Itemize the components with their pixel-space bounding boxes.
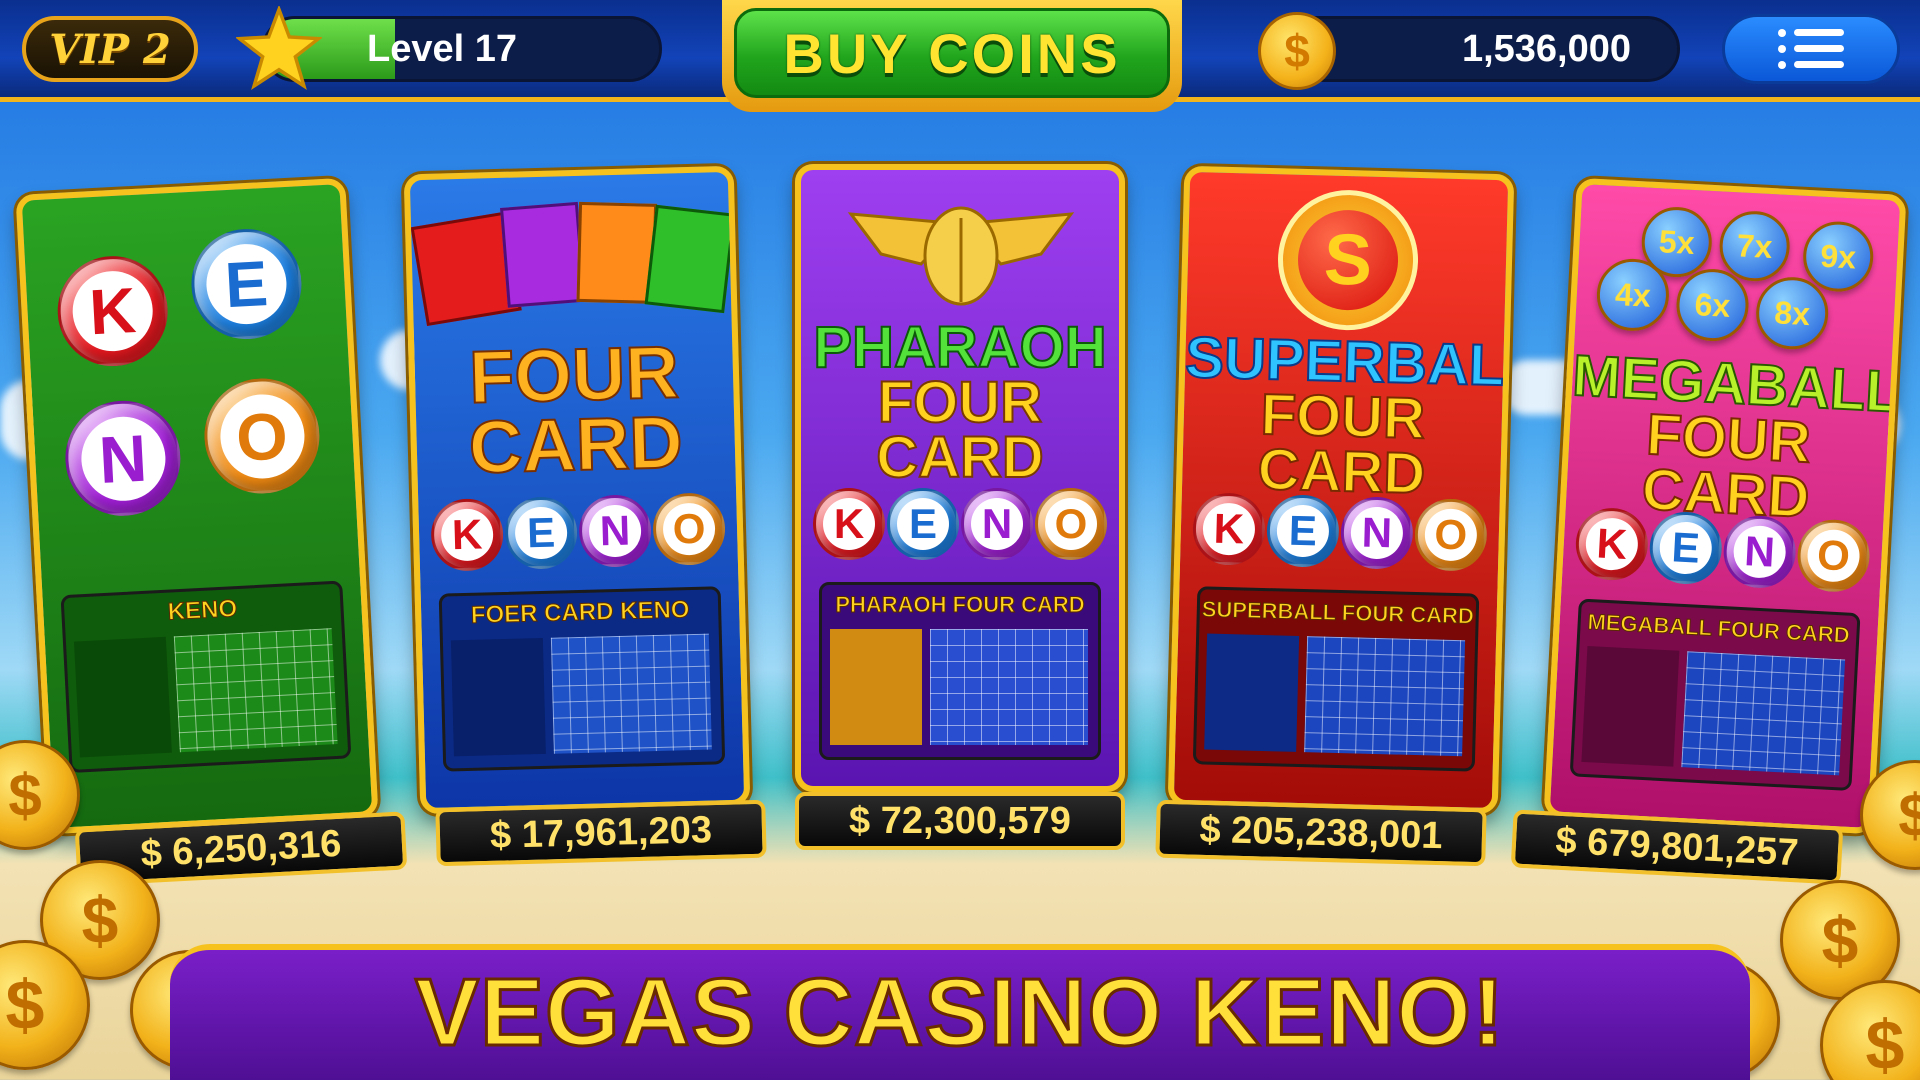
card-purple: [500, 201, 586, 308]
keno-balls: KENO: [1180, 492, 1500, 572]
card-orange: [576, 201, 658, 304]
table-title: SUPERBALL FOUR CARD: [1201, 596, 1475, 629]
keno-balls: KENO: [1562, 506, 1883, 595]
game-title: FOUR CARD: [467, 329, 685, 490]
game-table-preview: MEGABALL FOUR CARD: [1569, 598, 1861, 791]
keno-ball-e: E: [188, 226, 305, 342]
game-card-four-card[interactable]: FOUR CARD KENO FOER CARD KENO: [403, 165, 751, 815]
table-title: PHARAOH FOUR CARD: [835, 592, 1085, 618]
game-title: SUPERBALL FOUR CARD: [1184, 324, 1515, 507]
jackpot-superball: $ 205,238,001: [1155, 799, 1487, 867]
menu-button[interactable]: [1722, 14, 1900, 84]
game-card-keno[interactable]: K E N O KENO: [15, 177, 379, 835]
game-card-megaball[interactable]: 5x 7x 9x 4x 6x 8x MEGABALL FOUR CARD KEN…: [1543, 177, 1907, 835]
game-card-superball[interactable]: S SUPERBALL FOUR CARD KENO SUPERBALL FOU…: [1167, 165, 1515, 815]
game-table-preview: FOER CARD KENO: [438, 586, 726, 772]
vip-badge[interactable]: VIP 2: [22, 16, 198, 82]
jackpot-four-card: $ 17,961,203: [435, 799, 767, 867]
card-green: [644, 204, 736, 314]
multiplier-ball: 8x: [1754, 275, 1831, 352]
scarab-icon: [847, 206, 1075, 306]
buy-coins-label: BUY COINS: [734, 8, 1170, 98]
keno-ball-k: K: [54, 253, 171, 369]
keno-ball-n: N: [62, 397, 184, 519]
game-title: MEGABALL FOUR CARD: [1570, 342, 1904, 532]
keno-balls: KENO: [418, 492, 738, 572]
multiplier-ball: 7x: [1717, 209, 1792, 283]
title-banner-text: VEGAS CASINO KENO!: [413, 958, 1506, 1068]
keno-balls: KENO: [801, 488, 1119, 560]
jackpot-pharaoh: $ 72,300,579: [795, 792, 1125, 850]
table-title: FOER CARD KENO: [470, 596, 690, 630]
multiplier-ball: 6x: [1674, 267, 1751, 343]
game-title: PHARAOH FOUR CARD: [812, 315, 1107, 491]
coin-icon: $: [1258, 12, 1336, 90]
menu-icon: [1778, 29, 1844, 69]
game-table-preview: KENO: [60, 580, 352, 774]
superball-icon: S: [1276, 188, 1420, 332]
game-card-pharaoh[interactable]: PHARAOH FOUR CARD KENO PHARAOH FOUR CARD: [795, 164, 1125, 792]
game-table-preview: SUPERBALL FOUR CARD: [1192, 586, 1480, 772]
level-progress-bar[interactable]: Level 17: [262, 16, 662, 82]
buy-coins-button[interactable]: BUY COINS: [722, 0, 1182, 112]
keno-ball-o: O: [201, 375, 323, 497]
star-icon: [236, 6, 322, 90]
multiplier-ball: 9x: [1801, 219, 1875, 294]
game-table-preview: PHARAOH FOUR CARD: [819, 582, 1101, 760]
